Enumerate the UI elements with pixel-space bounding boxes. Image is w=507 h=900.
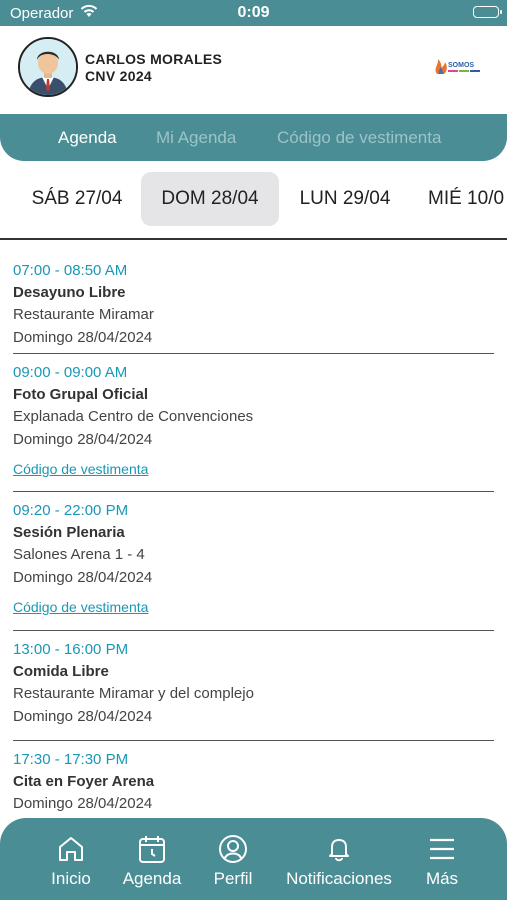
- event-card[interactable]: 17:30 - 17:30 PM Cita en Foyer Arena Dom…: [0, 741, 507, 827]
- date-lun-29[interactable]: LUN 29/04: [284, 172, 406, 226]
- bottom-nav: Inicio Agenda Perfil Notificaciones Más: [0, 818, 507, 900]
- event-name: CNV 2024: [85, 68, 152, 84]
- status-bar: Operador 0:09: [0, 0, 507, 26]
- tab-mi-agenda[interactable]: Mi Agenda: [156, 128, 236, 148]
- event-date: Domingo 28/04/2024: [13, 708, 153, 725]
- event-time: 13:00 - 16:00 PM: [13, 641, 129, 658]
- event-card[interactable]: 07:00 - 08:50 AM Desayuno Libre Restaura…: [0, 252, 507, 354]
- profile-header: CARLOS MORALES CNV 2024 SOMOS: [0, 26, 507, 114]
- date-sab-27[interactable]: SÁB 27/04: [16, 172, 138, 226]
- nav-notificaciones[interactable]: Notificaciones: [280, 834, 398, 889]
- nav-label: Agenda: [122, 869, 182, 888]
- home-icon: [42, 834, 100, 864]
- event-time: 17:30 - 17:30 PM: [13, 751, 129, 768]
- event-title: Desayuno Libre: [13, 284, 126, 301]
- event-title: Cita en Foyer Arena: [13, 773, 155, 790]
- menu-icon: [420, 834, 464, 864]
- nav-label: Notificaciones: [286, 869, 392, 888]
- nav-label: Más: [425, 869, 459, 888]
- nav-label: Perfil: [213, 869, 253, 888]
- divider: [0, 238, 507, 240]
- nav-agenda[interactable]: Agenda: [117, 834, 187, 889]
- event-place: Restaurante Miramar: [13, 306, 154, 323]
- nav-inicio[interactable]: Inicio: [42, 834, 100, 889]
- event-card[interactable]: 13:00 - 16:00 PM Comida Libre Restaurant…: [0, 631, 507, 741]
- event-place: Restaurante Miramar y del complejo: [13, 685, 254, 702]
- clock: 0:09: [237, 4, 270, 21]
- event-date: Domingo 28/04/2024: [13, 569, 153, 586]
- event-place: Explanada Centro de Convenciones: [13, 408, 254, 425]
- event-card[interactable]: 09:20 - 22:00 PM Sesión Plenaria Salones…: [0, 492, 507, 631]
- avatar[interactable]: [18, 37, 78, 97]
- event-time: 09:20 - 22:00 PM: [13, 502, 129, 519]
- event-card[interactable]: 09:00 - 09:00 AM Foto Grupal Oficial Exp…: [0, 354, 507, 492]
- dress-code-link[interactable]: Código de vestimenta: [13, 459, 494, 479]
- event-list: 07:00 - 08:50 AM Desayuno Libre Restaura…: [0, 252, 507, 827]
- calendar-icon: [117, 834, 187, 864]
- event-place: Salones Arena 1 - 4: [13, 546, 145, 563]
- date-mie-10[interactable]: MIÉ 10/0: [418, 172, 507, 226]
- tab-agenda[interactable]: Agenda: [58, 128, 117, 148]
- top-tab-bar: Agenda Mi Agenda Código de vestimenta: [0, 114, 507, 161]
- event-date: Domingo 28/04/2024: [13, 795, 153, 812]
- event-title: Comida Libre: [13, 663, 109, 680]
- event-date: Domingo 28/04/2024: [13, 431, 153, 448]
- logo-text: SOMOS: [448, 62, 474, 69]
- profile-icon: [205, 834, 261, 864]
- event-time: 09:00 - 09:00 AM: [13, 364, 128, 381]
- event-time: 07:00 - 08:50 AM: [13, 262, 128, 279]
- tab-codigo-vestimenta[interactable]: Código de vestimenta: [277, 128, 441, 148]
- user-name: CARLOS MORALES: [85, 51, 223, 67]
- nav-mas[interactable]: Más: [420, 834, 464, 889]
- nav-label: Inicio: [51, 869, 91, 888]
- event-title: Sesión Plenaria: [13, 524, 125, 541]
- dress-code-link[interactable]: Código de vestimenta: [13, 597, 494, 617]
- somos-logo: SOMOS: [433, 56, 485, 78]
- event-title: Foto Grupal Oficial: [13, 386, 149, 403]
- nav-perfil[interactable]: Perfil: [205, 834, 261, 889]
- date-selector: SÁB 27/04 DOM 28/04 LUN 29/04 MIÉ 10/0: [0, 172, 507, 228]
- date-dom-28[interactable]: DOM 28/04: [141, 172, 279, 226]
- battery-icon: [473, 6, 502, 18]
- bell-icon: [280, 834, 398, 864]
- event-date: Domingo 28/04/2024: [13, 329, 153, 346]
